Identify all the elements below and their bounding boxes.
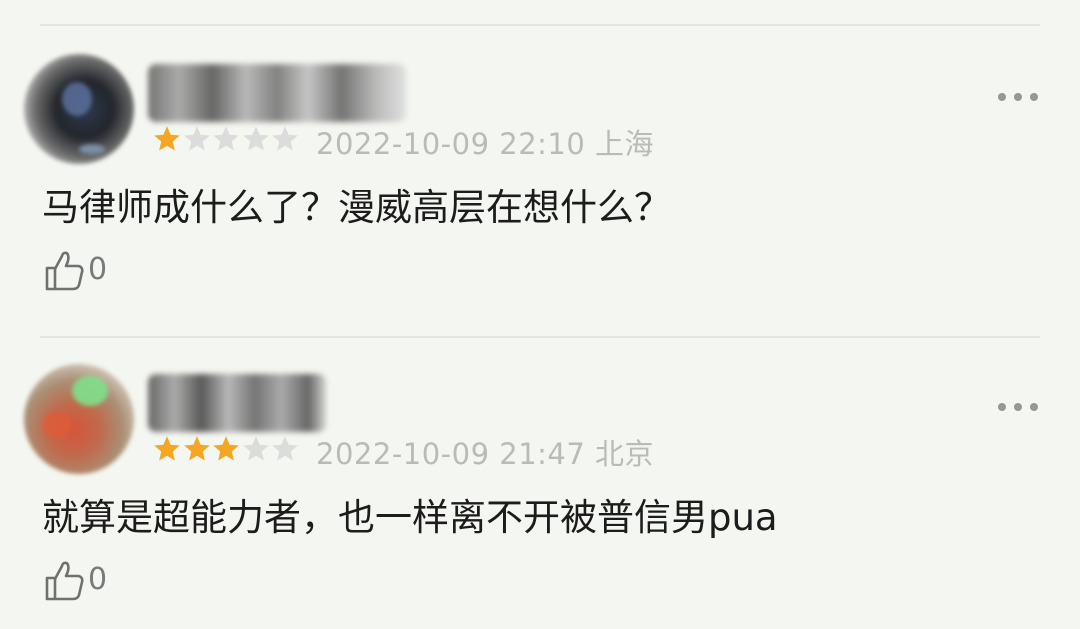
star-icon: [213, 126, 239, 151]
star-icon: [272, 436, 298, 461]
star-icon: [242, 436, 269, 461]
avatar[interactable]: [24, 54, 134, 164]
more-dots-icon: [998, 93, 1006, 101]
star-icon: [183, 436, 210, 461]
comment-list: 2022-10-09 22:10 上海 马律师成什么了？漫威高层在想什么？ 0 …: [0, 0, 1080, 629]
comment-item: 2022-10-09 22:10 上海 马律师成什么了？漫威高层在想什么？ 0: [0, 24, 1080, 324]
avatar[interactable]: [24, 364, 134, 474]
star-icon: [213, 436, 239, 461]
star-rating: [152, 434, 300, 464]
comment-text: 马律师成什么了？漫威高层在想什么？: [42, 186, 671, 229]
username-redacted[interactable]: [148, 374, 326, 432]
comment-meta: 2022-10-09 21:47 北京: [316, 437, 655, 471]
star-icon: [272, 126, 298, 151]
comment-item: 2022-10-09 21:47 北京 就算是超能力者，也一样离不开被普信男pu…: [0, 334, 1080, 629]
star-icon: [154, 436, 180, 461]
star-icon: [242, 126, 269, 151]
comment-meta: 2022-10-09 22:10 上海: [316, 127, 655, 161]
star-icon: [183, 126, 210, 151]
comment-text: 就算是超能力者，也一样离不开被普信男pua: [42, 496, 778, 539]
like-button[interactable]: 0: [44, 248, 107, 292]
more-dots-icon: [998, 403, 1006, 411]
star-icon: [154, 126, 180, 151]
thumbs-up-icon: [45, 251, 84, 291]
star-rating: [152, 124, 300, 154]
username-redacted[interactable]: [148, 64, 406, 122]
like-button[interactable]: 0: [44, 558, 107, 602]
more-options-button[interactable]: [998, 93, 1038, 101]
like-count: 0: [88, 252, 108, 287]
like-count: 0: [88, 562, 108, 597]
thumbs-up-icon: [45, 561, 84, 601]
more-options-button[interactable]: [998, 403, 1038, 411]
